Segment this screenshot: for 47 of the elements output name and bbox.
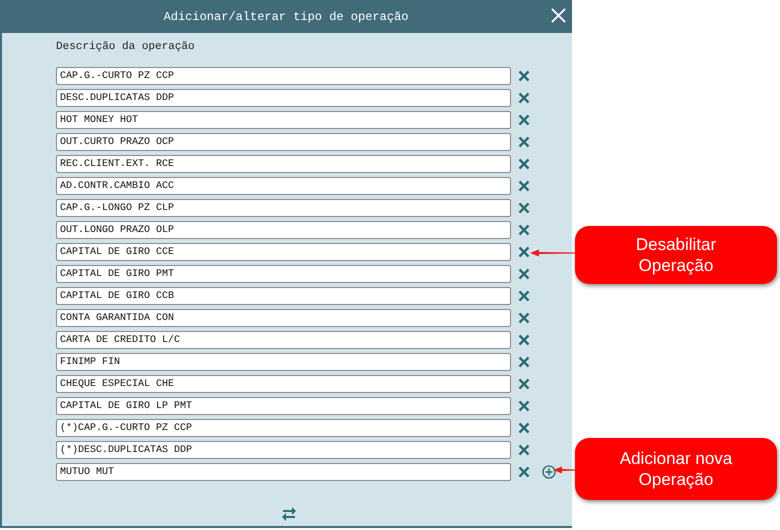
input-field[interactable]: DESC.DUPLICATAS DDP: [56, 89, 511, 107]
swap-icon[interactable]: [281, 505, 297, 521]
delete-icon[interactable]: [518, 290, 530, 302]
input-field[interactable]: OUT.LONGO PRAZO OLP: [56, 221, 511, 239]
input-field[interactable]: CHEQUE ESPECIAL CHE: [56, 375, 511, 393]
input-field[interactable]: FINIMP FIN: [56, 353, 511, 371]
delete-icon[interactable]: [518, 70, 530, 82]
field-label: Descrição da operação: [56, 40, 196, 54]
input-field[interactable]: CARTA DE CREDITO L/C: [56, 331, 511, 349]
input-field[interactable]: REC.CLIENT.EXT. RCE: [56, 155, 511, 173]
close-icon[interactable]: [551, 8, 566, 23]
callout-bubble: Desabilitar Operação: [575, 226, 777, 284]
delete-icon[interactable]: [518, 422, 530, 434]
input-field[interactable]: CAPITAL DE GIRO CCE: [56, 243, 511, 261]
input-field[interactable]: HOT MONEY HOT: [56, 111, 511, 129]
input-field[interactable]: CAP.G.-CURTO PZ CCP: [56, 67, 511, 85]
pointer-arrow: [530, 248, 576, 258]
input-field[interactable]: MUTUO MUT: [56, 463, 511, 481]
input-field[interactable]: (*)CAP.G.-CURTO PZ CCP: [56, 419, 511, 437]
input-field[interactable]: CAP.G.-LONGO PZ CLP: [56, 199, 511, 217]
delete-icon[interactable]: [518, 180, 530, 192]
input-field[interactable]: CAPITAL DE GIRO LP PMT: [56, 397, 511, 415]
delete-icon[interactable]: [518, 136, 530, 148]
add-icon[interactable]: [542, 465, 556, 479]
callout-bubble: Adicionar nova Operação: [575, 438, 777, 500]
pointer-arrow: [553, 465, 576, 475]
input-field[interactable]: OUT.CURTO PRAZO OCP: [56, 133, 511, 151]
delete-icon[interactable]: [518, 400, 530, 412]
input-field[interactable]: (*)DESC.DUPLICATAS DDP: [56, 441, 511, 459]
delete-icon[interactable]: [518, 334, 530, 346]
delete-icon[interactable]: [518, 114, 530, 126]
input-field[interactable]: CAPITAL DE GIRO PMT: [56, 265, 511, 283]
input-field[interactable]: AD.CONTR.CAMBIO ACC: [56, 177, 511, 195]
delete-icon[interactable]: [518, 444, 530, 456]
delete-icon[interactable]: [518, 466, 530, 478]
delete-icon[interactable]: [518, 92, 530, 104]
delete-icon[interactable]: [518, 356, 530, 368]
delete-icon[interactable]: [518, 202, 530, 214]
delete-icon[interactable]: [518, 378, 530, 390]
delete-icon[interactable]: [518, 268, 530, 280]
input-field[interactable]: CONTA GARANTIDA CON: [56, 309, 511, 327]
delete-icon[interactable]: [518, 158, 530, 170]
delete-icon[interactable]: [518, 224, 530, 236]
input-field[interactable]: CAPITAL DE GIRO CCB: [56, 287, 511, 305]
window-title: Adicionar/alterar tipo de operação: [164, 10, 408, 24]
delete-icon[interactable]: [518, 312, 530, 324]
delete-icon[interactable]: [518, 246, 530, 258]
